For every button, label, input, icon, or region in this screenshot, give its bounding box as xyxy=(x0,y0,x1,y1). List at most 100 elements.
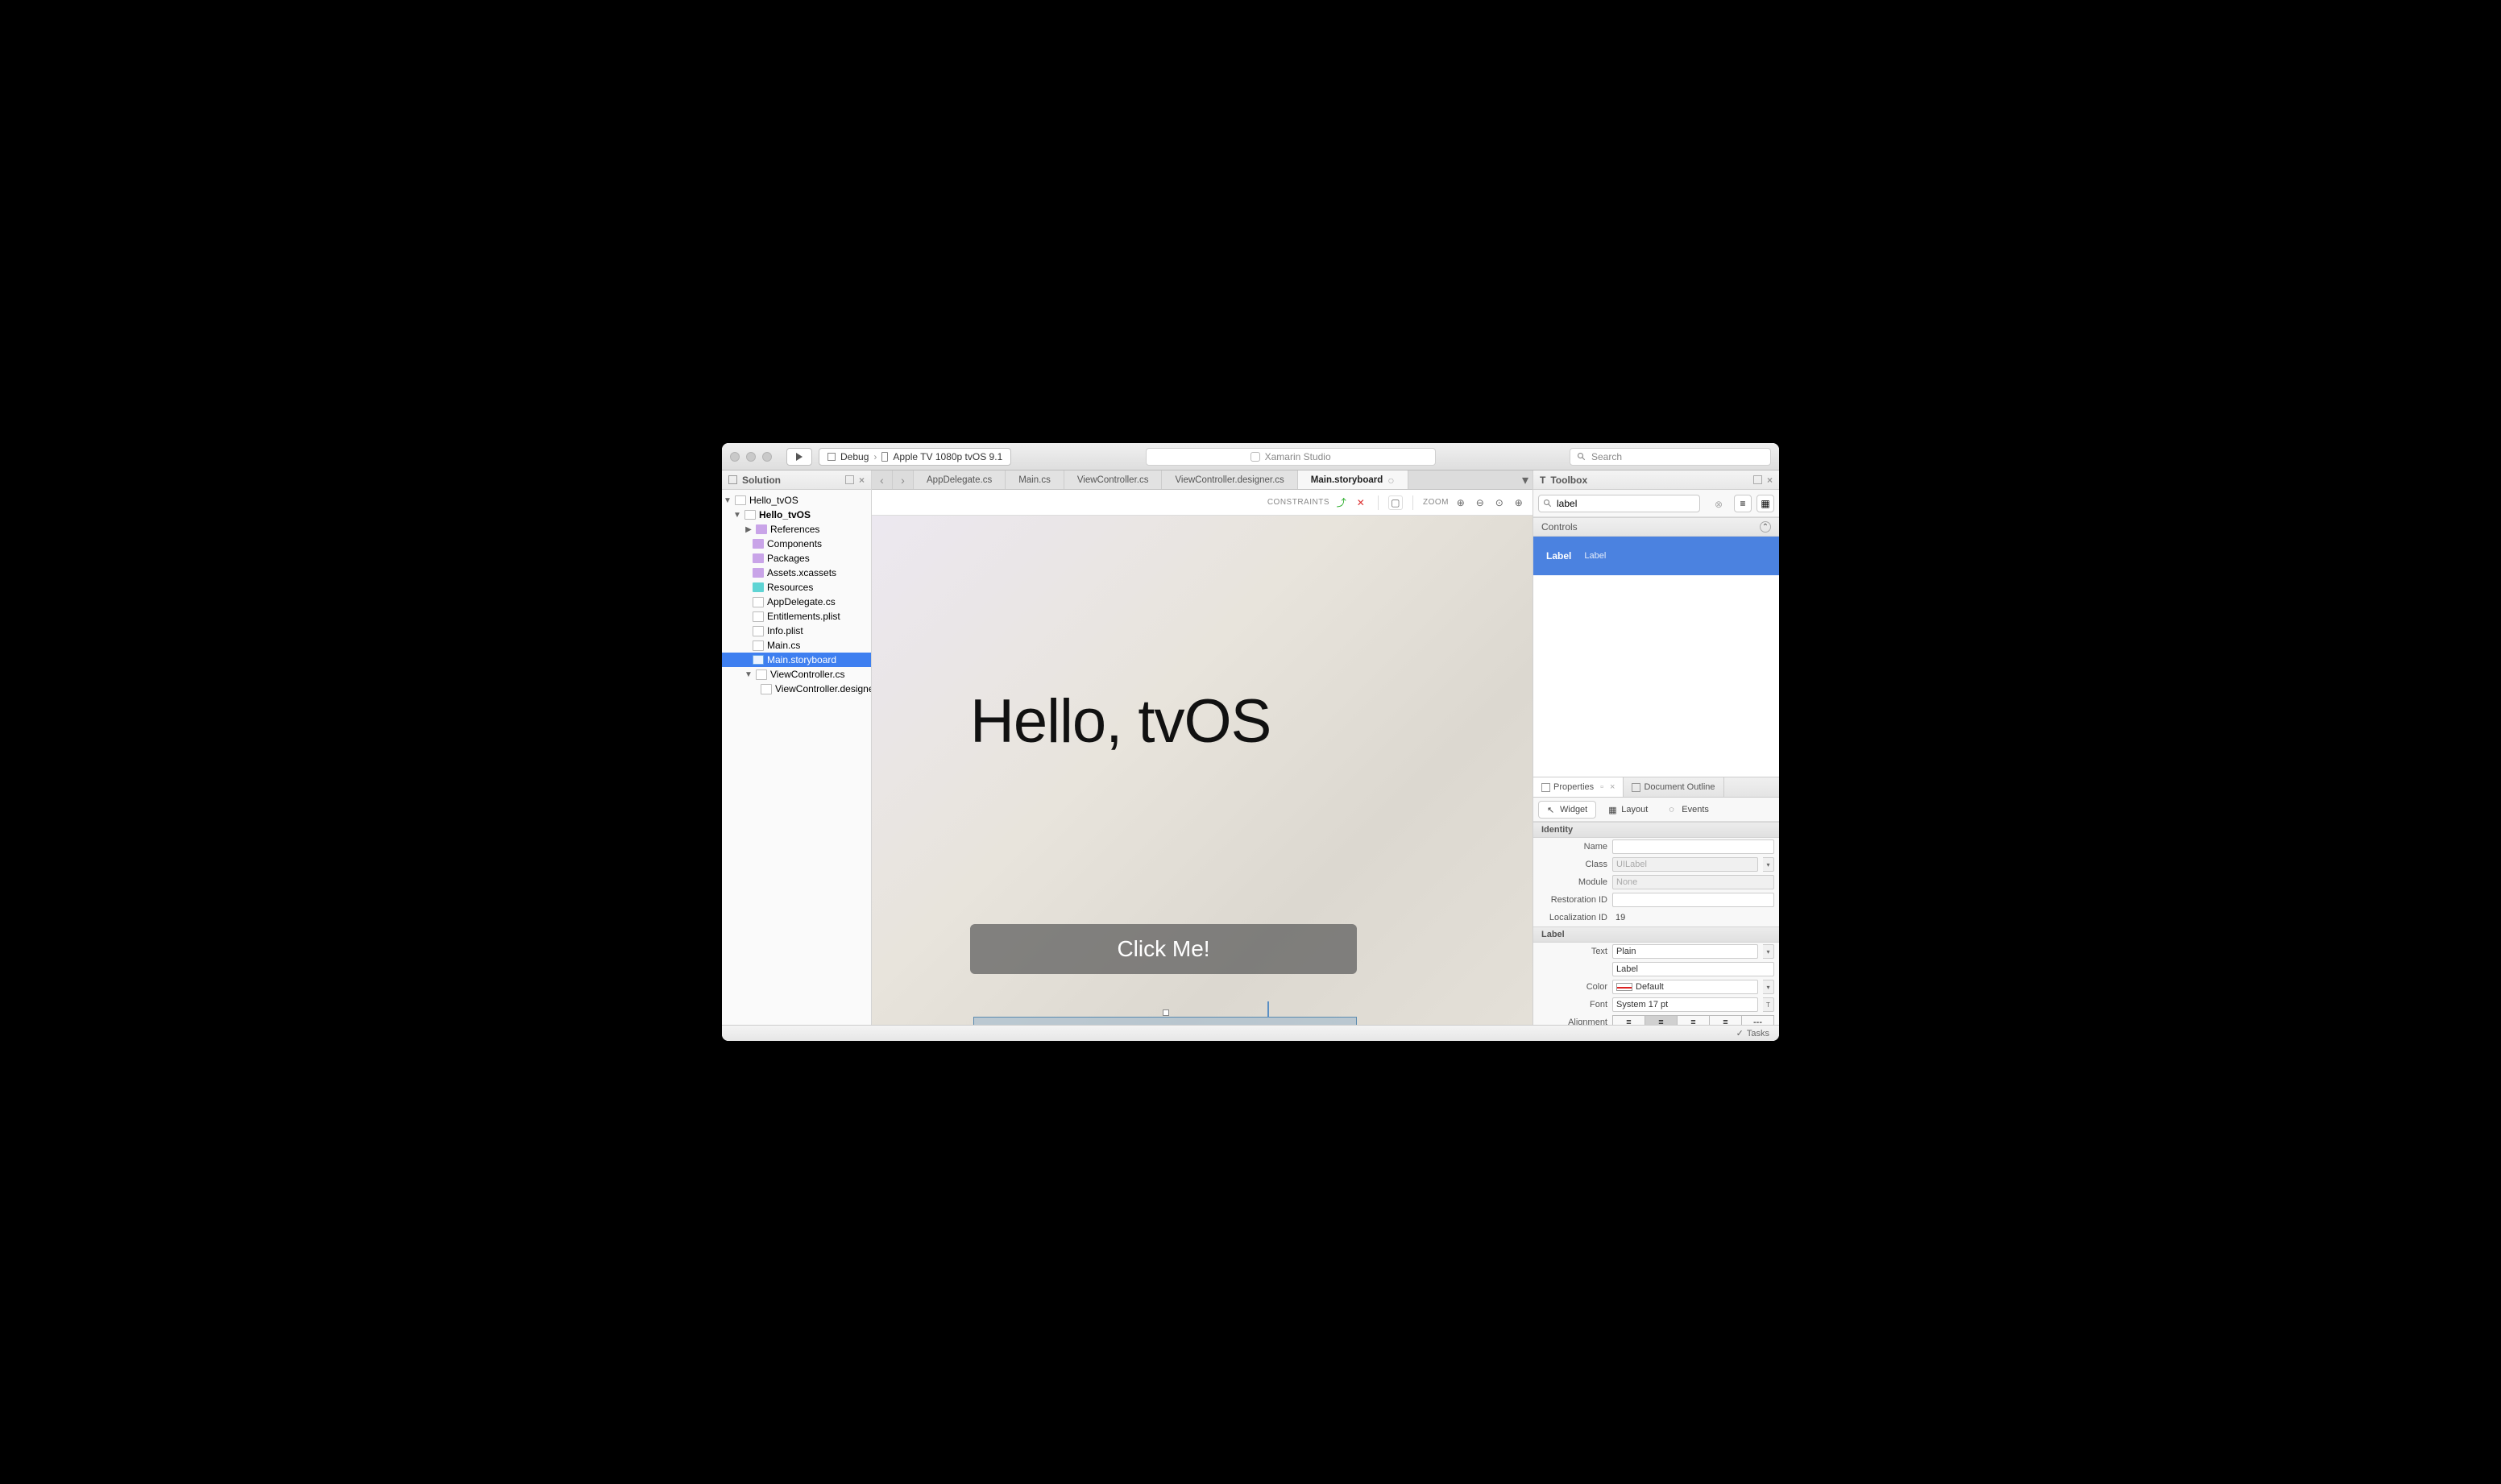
tab-main[interactable]: Main.cs xyxy=(1006,470,1064,489)
outline-icon xyxy=(1632,783,1640,792)
close-tab-icon[interactable]: ○ xyxy=(1387,474,1394,487)
align-natural-button[interactable]: --- xyxy=(1742,1015,1774,1025)
font-input[interactable]: System 17 pt xyxy=(1612,997,1758,1012)
prop-class: Class UILabel ▾ xyxy=(1533,856,1779,873)
add-constraints-icon[interactable]: ⤴ xyxy=(1334,495,1349,510)
alignment-segmented: ≡ ≡ ≡ ≡ --- xyxy=(1612,1015,1774,1025)
toolbox-view-grid-button[interactable]: ▦ xyxy=(1757,495,1774,512)
tab-viewcontroller[interactable]: ViewController.cs xyxy=(1064,470,1163,489)
solution-tree: ▼ Hello_tvOS ▼ Hello_tvOS ▶ References C… xyxy=(722,490,871,699)
right-sidebar: T Toolbox × ⊗ ≡ ▦ Controls ⌃ xyxy=(1533,470,1779,1025)
tree-item-viewcontroller[interactable]: ▼ ViewController.cs xyxy=(722,667,871,682)
text-value-input[interactable]: Label xyxy=(1612,962,1774,976)
tree-label: Entitlements.plist xyxy=(767,611,840,622)
panel-close-icon[interactable]: × xyxy=(1767,475,1773,486)
panel-close-icon[interactable]: × xyxy=(859,475,865,486)
tree-label: Resources xyxy=(767,582,813,593)
tab-storyboard[interactable]: Main.storyboard ○ xyxy=(1298,470,1408,489)
toolbox-section-header[interactable]: Controls ⌃ xyxy=(1533,517,1779,537)
tree-item-appdelegate[interactable]: AppDelegate.cs xyxy=(722,595,871,609)
tree-item-storyboard[interactable]: Main.storyboard xyxy=(722,653,871,667)
project-icon xyxy=(744,510,756,520)
canvas-click-button[interactable]: Click Me! xyxy=(970,924,1357,974)
zoom-fit-icon[interactable]: ⊕ xyxy=(1454,495,1468,510)
solution-root[interactable]: ▼ Hello_tvOS xyxy=(722,493,871,508)
subtab-layout[interactable]: ▦ Layout xyxy=(1599,801,1657,819)
titlebar: Debug › Apple TV 1080p tvOS 9.1 Xamarin … xyxy=(722,443,1779,470)
toolbox-item-label[interactable]: Label Label xyxy=(1533,537,1779,575)
tree-item-infoplist[interactable]: Info.plist xyxy=(722,624,871,638)
tab-overflow-button[interactable]: ▾ xyxy=(1518,470,1533,489)
design-canvas-viewport[interactable]: Hello, tvOS Click Me! Label xyxy=(872,516,1533,1025)
run-configuration-selector[interactable]: Debug › Apple TV 1080p tvOS 9.1 xyxy=(819,448,1011,466)
tab-document-outline[interactable]: Document Outline xyxy=(1624,777,1723,797)
minimize-window-icon[interactable] xyxy=(746,452,756,462)
canvas-hello-label[interactable]: Hello, tvOS xyxy=(970,686,1271,757)
project-node[interactable]: ▼ Hello_tvOS xyxy=(722,508,871,522)
tree-item-packages[interactable]: Packages xyxy=(722,551,871,566)
color-select[interactable]: Default xyxy=(1612,980,1758,994)
zoom-out-icon[interactable]: ⊖ xyxy=(1473,495,1487,510)
disclosure-triangle-icon[interactable]: ▶ xyxy=(744,525,753,534)
zoom-label: ZOOM xyxy=(1423,498,1449,507)
editor-area: ‹ › AppDelegate.cs Main.cs ViewControlle… xyxy=(872,470,1533,1025)
chevron-right-icon: › xyxy=(873,451,877,462)
canvas-selected-label[interactable]: Label xyxy=(973,1017,1357,1025)
remove-constraints-icon[interactable]: ✕ xyxy=(1354,495,1368,510)
text-mode-select[interactable]: Plain xyxy=(1612,944,1758,959)
align-justify-button[interactable]: ≡ xyxy=(1710,1015,1742,1025)
toolbox-view-list-button[interactable]: ≡ xyxy=(1734,495,1752,512)
zoom-actual-icon[interactable]: ⊙ xyxy=(1492,495,1507,510)
tree-item-entitlements[interactable]: Entitlements.plist xyxy=(722,609,871,624)
tree-item-designer[interactable]: ViewController.designer.cs xyxy=(722,682,871,696)
toolbox-item-name: Label xyxy=(1546,550,1571,562)
nav-back-button[interactable]: ‹ xyxy=(872,470,893,489)
resize-handle-icon[interactable] xyxy=(1163,1009,1169,1016)
collapse-icon[interactable]: ⌃ xyxy=(1760,521,1771,533)
tab-designer[interactable]: ViewController.designer.cs xyxy=(1162,470,1297,489)
align-right-button[interactable]: ≡ xyxy=(1678,1015,1710,1025)
module-input[interactable]: None xyxy=(1612,875,1774,889)
design-surface[interactable]: Hello, tvOS Click Me! Label xyxy=(872,516,1533,1025)
toolbox-search-input[interactable] xyxy=(1538,495,1700,512)
align-left-button[interactable]: ≡ xyxy=(1612,1015,1645,1025)
text-mode-dropdown-icon[interactable]: ▾ xyxy=(1763,944,1774,959)
class-dropdown-icon[interactable]: ▾ xyxy=(1763,857,1774,872)
app-title: Xamarin Studio xyxy=(1265,451,1331,462)
tree-item-components[interactable]: Components xyxy=(722,537,871,551)
frame-toggle-icon[interactable]: ▢ xyxy=(1388,495,1403,510)
zoom-in-icon[interactable]: ⊕ xyxy=(1512,495,1526,510)
panel-dock-mini-icon[interactable]: ▫ xyxy=(1600,782,1603,792)
tree-item-references[interactable]: ▶ References xyxy=(722,522,871,537)
name-input[interactable] xyxy=(1612,839,1774,854)
disclosure-triangle-icon[interactable]: ▼ xyxy=(724,496,732,505)
font-picker-icon[interactable]: T xyxy=(1763,997,1774,1012)
constraints-label: CONSTRAINTS xyxy=(1267,498,1329,507)
close-window-icon[interactable] xyxy=(730,452,740,462)
clear-search-icon[interactable]: ⊗ xyxy=(1715,499,1724,508)
tasks-indicator[interactable]: Tasks xyxy=(1736,1028,1769,1038)
tree-item-maincs[interactable]: Main.cs xyxy=(722,638,871,653)
restoration-input[interactable] xyxy=(1612,893,1774,907)
zoom-window-icon[interactable] xyxy=(762,452,772,462)
tree-label: Assets.xcassets xyxy=(767,567,836,578)
disclosure-triangle-icon[interactable]: ▼ xyxy=(744,670,753,679)
panel-dock-icon[interactable] xyxy=(1753,475,1762,484)
window-controls xyxy=(730,452,772,462)
subtab-events[interactable]: ◌ Events xyxy=(1660,801,1718,819)
color-dropdown-icon[interactable]: ▾ xyxy=(1763,980,1774,994)
nav-forward-button[interactable]: › xyxy=(893,470,914,489)
disclosure-triangle-icon[interactable]: ▼ xyxy=(733,511,741,520)
tab-properties[interactable]: Properties ▫ × xyxy=(1533,777,1624,797)
global-search[interactable]: Search xyxy=(1570,448,1771,466)
panel-dock-icon[interactable] xyxy=(845,475,854,484)
class-input[interactable]: UILabel xyxy=(1612,857,1758,872)
align-center-button[interactable]: ≡ xyxy=(1645,1015,1678,1025)
run-button[interactable] xyxy=(786,448,812,466)
tree-item-assets[interactable]: Assets.xcassets xyxy=(722,566,871,580)
subtab-widget[interactable]: ↖ Widget xyxy=(1538,801,1596,819)
tab-appdelegate[interactable]: AppDelegate.cs xyxy=(914,470,1006,489)
tree-item-resources[interactable]: Resources xyxy=(722,580,871,595)
toolbox-header: T Toolbox × xyxy=(1533,470,1779,490)
panel-close-mini-icon[interactable]: × xyxy=(1610,782,1615,792)
